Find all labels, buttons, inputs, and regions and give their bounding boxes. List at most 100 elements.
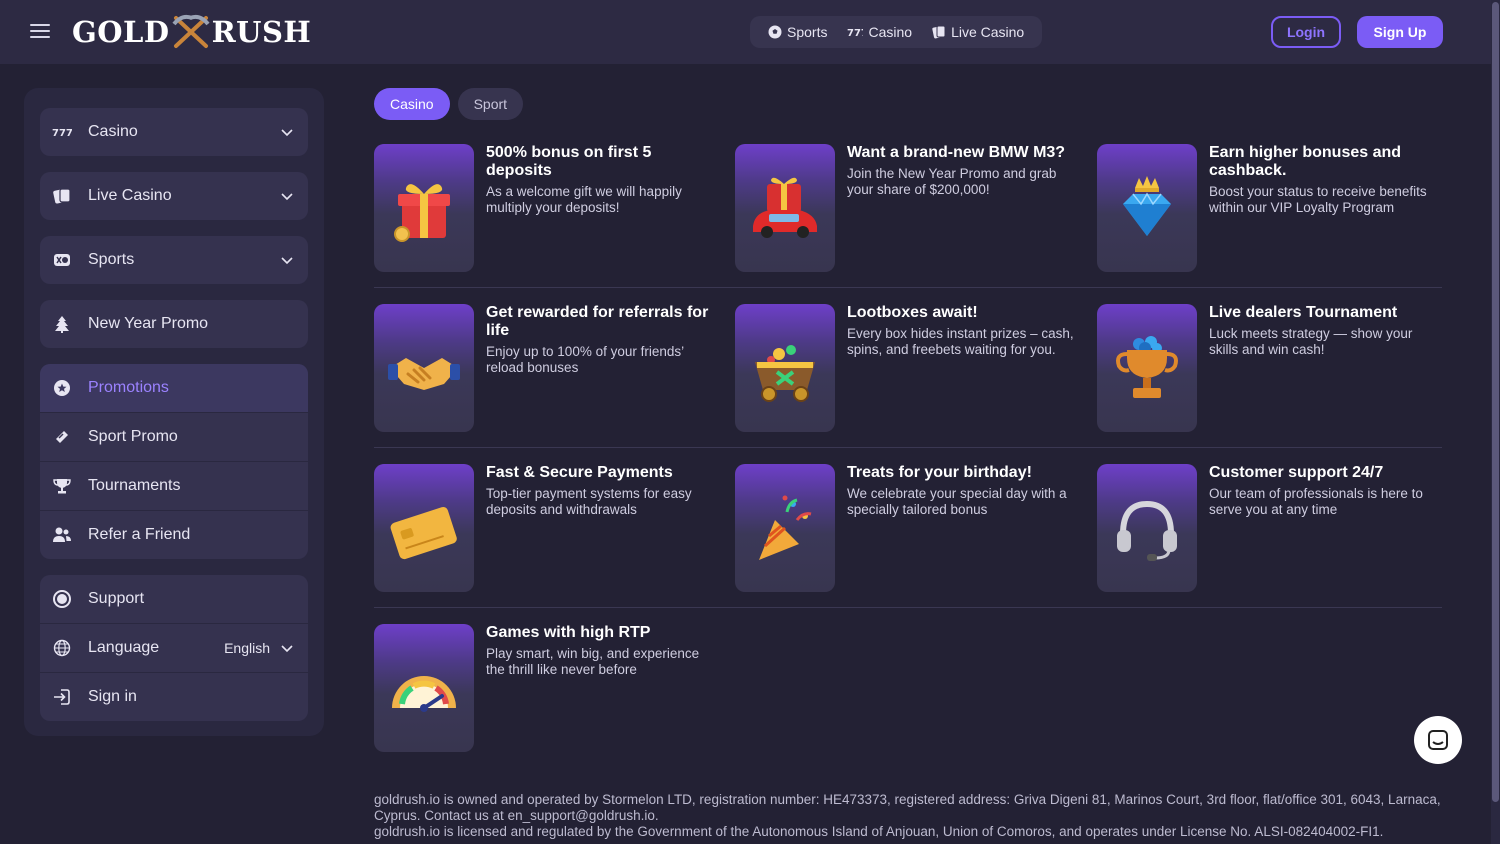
- topnav-live-casino[interactable]: Live Casino: [922, 16, 1034, 48]
- sidebar-item-language[interactable]: Language English: [40, 623, 308, 672]
- handshake-icon: [388, 358, 460, 390]
- sidebar-item-live-casino[interactable]: Live Casino: [40, 172, 308, 220]
- promo-card[interactable]: 500% bonus on first 5 deposits As a welc…: [374, 144, 719, 272]
- promo-thumbnail: [374, 464, 474, 592]
- sidebar-casino-group: 777 Casino: [40, 108, 308, 156]
- menu-icon[interactable]: [28, 20, 52, 44]
- promo-card[interactable]: Get rewarded for referrals for life Enjo…: [374, 304, 719, 432]
- promo-description: Enjoy up to 100% of your friends’ reload…: [486, 344, 684, 375]
- promo-description: As a welcome gift we will happily multip…: [486, 184, 682, 215]
- support-icon: [52, 589, 72, 609]
- promo-thumbnail: [735, 304, 835, 432]
- pickaxe-icon: [172, 14, 210, 48]
- cards-icon: [52, 186, 72, 206]
- promo-thumbnail: [735, 144, 835, 272]
- promo-title: Get rewarded for referrals for life: [486, 304, 709, 339]
- chevron-down-icon: [281, 257, 293, 265]
- sidebar-item-sports[interactable]: Sports: [40, 236, 308, 284]
- promo-title: Live dealers Tournament: [1209, 304, 1398, 321]
- goldrush-logo[interactable]: GOLD RUSH: [72, 14, 311, 50]
- sidebar-item-support[interactable]: Support: [40, 575, 308, 623]
- promo-title: Games with high RTP: [486, 624, 651, 641]
- trophy-icon: [1116, 336, 1178, 398]
- svg-text:777: 777: [847, 28, 863, 38]
- top-header: GOLD RUSH Sports 777 Casino Live Casino …: [0, 0, 1500, 64]
- sidebar-newyear-group: New Year Promo: [40, 300, 308, 348]
- promo-description: Every box hides instant prizes – cash, s…: [847, 326, 1074, 357]
- users-icon: [52, 525, 72, 545]
- tab-casino[interactable]: Casino: [374, 88, 450, 120]
- sidebar-item-sport-promo[interactable]: Sport Promo: [40, 412, 308, 461]
- topnav-sports-label: Sports: [787, 24, 828, 40]
- footer-period: .: [654, 808, 659, 823]
- chat-icon: [1428, 730, 1448, 750]
- crown-diamond-icon: [1123, 176, 1171, 236]
- sidebar-item-sign-in[interactable]: Sign in: [40, 672, 308, 721]
- svg-text:777: 777: [52, 128, 72, 139]
- star-badge-icon: [52, 378, 72, 398]
- topnav-live-casino-label: Live Casino: [951, 24, 1025, 40]
- sidebar-live-casino-group: Live Casino: [40, 172, 308, 220]
- promo-thumbnail: [735, 464, 835, 592]
- promo-title: Treats for your birthday!: [847, 464, 1032, 481]
- gauge-icon: [392, 676, 456, 712]
- promo-description: Join the New Year Promo and grab your sh…: [847, 166, 1057, 197]
- promo-thumbnail: [374, 304, 474, 432]
- page-scrollbar[interactable]: [1491, 0, 1500, 844]
- topnav-casino-label: Casino: [868, 24, 913, 40]
- trophy-icon: [52, 476, 72, 496]
- promo-description: Our team of professionals is here to ser…: [1209, 486, 1423, 517]
- footer-legal: goldrush.io is owned and operated by Sto…: [374, 792, 1444, 840]
- christmas-tree-icon: [52, 314, 72, 334]
- promo-card[interactable]: Treats for your birthday! We celebrate y…: [735, 464, 1080, 592]
- sidebar-item-label: Sports: [88, 251, 135, 268]
- footer-license-text: goldrush.io is licensed and regulated by…: [374, 824, 1384, 839]
- logo-text-right: RUSH: [211, 15, 312, 49]
- topnav-sports[interactable]: Sports: [758, 16, 837, 48]
- promo-card[interactable]: Fast & Secure Payments Top-tier payment …: [374, 464, 719, 592]
- sidebar-item-label: Promotions: [88, 379, 169, 396]
- promo-tabs: Casino Sport: [374, 88, 524, 120]
- ticket-icon: [52, 427, 72, 447]
- promo-thumbnail: [374, 144, 474, 272]
- promo-title: 500% bonus on first 5 deposits: [486, 144, 652, 179]
- sidebar-item-casino[interactable]: 777 Casino: [40, 108, 308, 156]
- promo-card[interactable]: Customer support 24/7 Our team of profes…: [1097, 464, 1442, 592]
- cards-icon: [932, 25, 946, 39]
- chevron-down-icon: [281, 645, 293, 653]
- promo-card[interactable]: Live dealers Tournament Luck meets strat…: [1097, 304, 1442, 432]
- sidebar-item-label: Support: [88, 590, 145, 607]
- sidebar-item-tournaments[interactable]: Tournaments: [40, 461, 308, 510]
- support-email-link[interactable]: en_support@goldrush.io: [508, 808, 655, 823]
- promo-card[interactable]: Lootboxes await! Every box hides instant…: [735, 304, 1080, 432]
- promo-card[interactable]: Games with high RTP Play smart, win big,…: [374, 624, 719, 752]
- promo-description: Boost your status to receive benefits wi…: [1209, 184, 1427, 215]
- sidebar-item-refer-a-friend[interactable]: Refer a Friend: [40, 510, 308, 559]
- language-value[interactable]: English: [224, 640, 270, 656]
- signup-button[interactable]: Sign Up: [1357, 16, 1443, 48]
- promo-description: Top-tier payment systems for easy deposi…: [486, 486, 692, 517]
- promo-thumbnail: [1097, 304, 1197, 432]
- sidebar-item-promotions[interactable]: Promotions: [40, 364, 308, 412]
- headset-icon: [1117, 500, 1177, 561]
- row-divider: [374, 607, 1442, 608]
- scrollbar-thumb[interactable]: [1492, 2, 1499, 802]
- logo-text-left: GOLD: [72, 15, 170, 49]
- promo-description: We celebrate your special day with a spe…: [847, 486, 1067, 517]
- sidebar-item-new-year-promo[interactable]: New Year Promo: [40, 300, 308, 348]
- row-divider: [374, 287, 1442, 288]
- sports-ticket-icon: [52, 250, 72, 270]
- sidebar-item-label: New Year Promo: [88, 315, 209, 332]
- slot-777-icon: 777: [52, 122, 72, 142]
- tab-sport[interactable]: Sport: [457, 88, 524, 120]
- sign-in-icon: [52, 687, 72, 707]
- promo-card[interactable]: Want a brand-new BMW M3? Join the New Ye…: [735, 144, 1080, 272]
- chat-widget-button[interactable]: [1414, 716, 1462, 764]
- car-gift-icon: [753, 177, 817, 238]
- topnav-casino[interactable]: 777 Casino: [837, 16, 922, 48]
- promo-card[interactable]: Earn higher bonuses and cashback. Boost …: [1097, 144, 1442, 272]
- soccer-ball-icon: [768, 25, 782, 39]
- sidebar-item-label: Casino: [88, 123, 138, 140]
- gift-icon: [394, 184, 450, 242]
- login-button[interactable]: Login: [1271, 16, 1341, 48]
